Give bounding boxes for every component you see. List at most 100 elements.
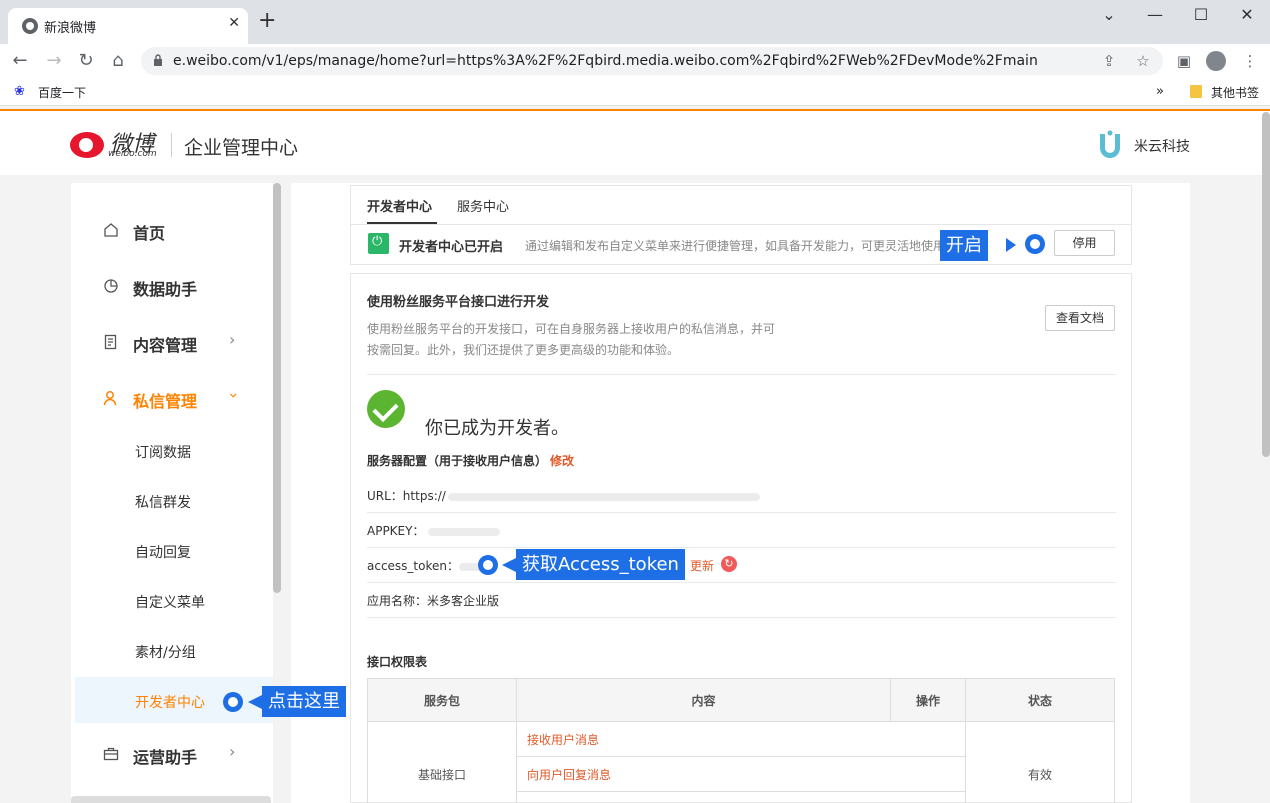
callout-arrow	[248, 695, 262, 709]
sidebar-subitem-materials[interactable]: 素材/分组	[75, 628, 273, 672]
sidebar-item-home[interactable]: 首页	[71, 212, 273, 248]
refresh-token-link[interactable]: 更新	[690, 557, 714, 574]
close-tab-icon[interactable]: ✕	[228, 15, 240, 31]
callout-arrow	[502, 558, 516, 572]
lock-icon	[154, 54, 162, 66]
tab-separator	[351, 224, 1131, 225]
subitem-label: 订阅数据	[135, 445, 191, 461]
reload-icon[interactable]: ↻	[74, 50, 98, 72]
sidebar-item-label: 首页	[133, 224, 166, 243]
url-row: URL：https://	[367, 487, 760, 504]
forward-icon[interactable]: →	[42, 50, 66, 72]
sidebar: 首页 数据助手 内容管理 › 私信管理 › 订阅数据 私信群发 自动回复 自定义…	[71, 183, 273, 803]
profile-avatar[interactable]	[1206, 51, 1226, 71]
divider	[367, 512, 1116, 513]
callout-dot	[478, 555, 498, 575]
folder-icon	[1190, 85, 1202, 98]
maximize-button[interactable]: ☐	[1178, 2, 1224, 28]
sidebar-subitem-developer[interactable]: 开发者中心	[75, 677, 273, 723]
blurred-appkey	[428, 527, 501, 536]
url-text: e.weibo.com/v1/eps/manage/home?url=https…	[173, 53, 1038, 69]
tab-title: 新浪微博	[44, 21, 97, 36]
server-config-label: 服务器配置（用于接收用户信息）	[367, 454, 548, 468]
sidepanel-icon[interactable]: ▣	[1174, 52, 1194, 70]
address-bar[interactable]: e.weibo.com/v1/eps/manage/home?url=https…	[141, 47, 1163, 75]
divider	[367, 582, 1116, 583]
header-divider	[171, 133, 172, 157]
minimize-button[interactable]: —	[1132, 2, 1178, 28]
divider	[367, 547, 1116, 548]
weibo-logo-icon[interactable]	[70, 132, 104, 158]
api-description-line2: 按需回复。此外，我们还提供了更多更高级的功能和体验。	[367, 343, 680, 357]
page-scrollbar[interactable]	[1262, 112, 1270, 457]
sidebar-item-label: 运营助手	[133, 748, 198, 767]
content-cell[interactable]: 向用户回复消息	[516, 756, 966, 792]
blurred-url	[447, 492, 760, 501]
logo-subtext: weibo.com	[108, 149, 157, 159]
callout-get-token: 获取Access_token	[516, 549, 685, 580]
status-cell: 有效	[965, 721, 1115, 803]
became-developer-text: 你已成为开发者。	[425, 418, 569, 439]
disable-button[interactable]: 停用	[1054, 230, 1115, 256]
document-icon	[104, 334, 117, 350]
menu-dots-icon[interactable]: ⋮	[1240, 52, 1260, 70]
permission-table: 服务包 内容 操作 状态 基础接口 接收用户消息 有效 向用户回复消息	[367, 678, 1115, 803]
sidebar-item-operations[interactable]: 运营助手 ›	[71, 736, 273, 772]
sidebar-item-label: 私信管理	[133, 392, 198, 411]
home-icon[interactable]: ⌂	[106, 50, 130, 72]
callout-click-here: 点击这里	[262, 686, 346, 717]
bookmark-other[interactable]: 其他书签	[1211, 84, 1259, 101]
url-label: URL：https://	[367, 489, 446, 503]
edit-server-link[interactable]: 修改	[550, 452, 574, 469]
brand-logo-icon	[1100, 130, 1120, 158]
more-bookmarks-icon[interactable]: »	[1156, 84, 1164, 99]
permission-table-title: 接口权限表	[367, 655, 428, 669]
callout-enable: 开启	[940, 230, 988, 261]
sidebar-subitem-autoreply[interactable]: 自动回复	[75, 528, 273, 572]
browser-toolbar: ← → ↻ ⌂ e.weibo.com/v1/eps/manage/home?u…	[0, 44, 1270, 78]
back-icon[interactable]: ←	[8, 50, 32, 72]
sidebar-item-label: 数据助手	[133, 280, 198, 299]
view-docs-button[interactable]: 查看文档	[1045, 305, 1115, 331]
tab-search-icon[interactable]: ⌄	[1086, 2, 1132, 28]
sidebar-subitem-subscription[interactable]: 订阅数据	[75, 428, 273, 472]
subitem-label: 开发者中心	[135, 695, 205, 711]
sidebar-subitem-custom-menu[interactable]: 自定义菜单	[75, 578, 273, 622]
tab-developer-center[interactable]: 开发者中心	[367, 196, 432, 215]
subitem-label: 自定义菜单	[135, 595, 205, 611]
callout-dot	[1025, 234, 1045, 254]
appkey-label: APPKEY：	[367, 524, 425, 538]
developer-status: 开发者中心已开启	[399, 240, 504, 255]
appkey-row: APPKEY：	[367, 522, 501, 539]
sidebar-item-messages[interactable]: 私信管理 ›	[71, 380, 273, 416]
col-action: 操作	[890, 678, 966, 722]
col-package: 服务包	[367, 678, 517, 722]
close-window-button[interactable]: ✕	[1224, 2, 1270, 28]
user-message-icon	[103, 391, 117, 406]
pie-chart-icon	[104, 279, 118, 293]
bookmark-baidu[interactable]: 百度一下	[38, 84, 86, 101]
checkmark-icon	[367, 390, 405, 428]
chevron-down-icon: ›	[224, 392, 244, 399]
tab-service-center[interactable]: 服务中心	[457, 196, 509, 215]
briefcase-icon	[103, 747, 119, 761]
new-tab-button[interactable]: +	[258, 10, 276, 32]
browser-tab[interactable]: 新浪微博 ✕	[8, 8, 248, 44]
col-content: 内容	[516, 678, 891, 722]
home-icon	[104, 223, 118, 237]
token-label: access_token：	[367, 559, 459, 573]
sidebar-item-data[interactable]: 数据助手	[71, 268, 273, 304]
content-cell	[516, 791, 966, 803]
sidebar-item-content[interactable]: 内容管理 ›	[71, 324, 273, 360]
baidu-paw-icon: ❀	[14, 84, 25, 99]
sidebar-subitem-broadcast[interactable]: 私信群发	[75, 478, 273, 522]
brand-name[interactable]: 米云科技	[1134, 136, 1190, 156]
page-title: 企业管理中心	[184, 137, 299, 159]
share-icon[interactable]: ⇪	[1099, 52, 1119, 70]
app-name: 应用名称：米多客企业版	[367, 594, 500, 608]
refresh-icon[interactable]: ↻	[721, 556, 737, 572]
sidebar-scrollbar[interactable]	[273, 183, 281, 593]
bookmark-star-icon[interactable]: ☆	[1133, 52, 1153, 70]
content-cell[interactable]: 接收用户消息	[516, 721, 966, 757]
sidebar-bottom-bar	[71, 796, 271, 803]
